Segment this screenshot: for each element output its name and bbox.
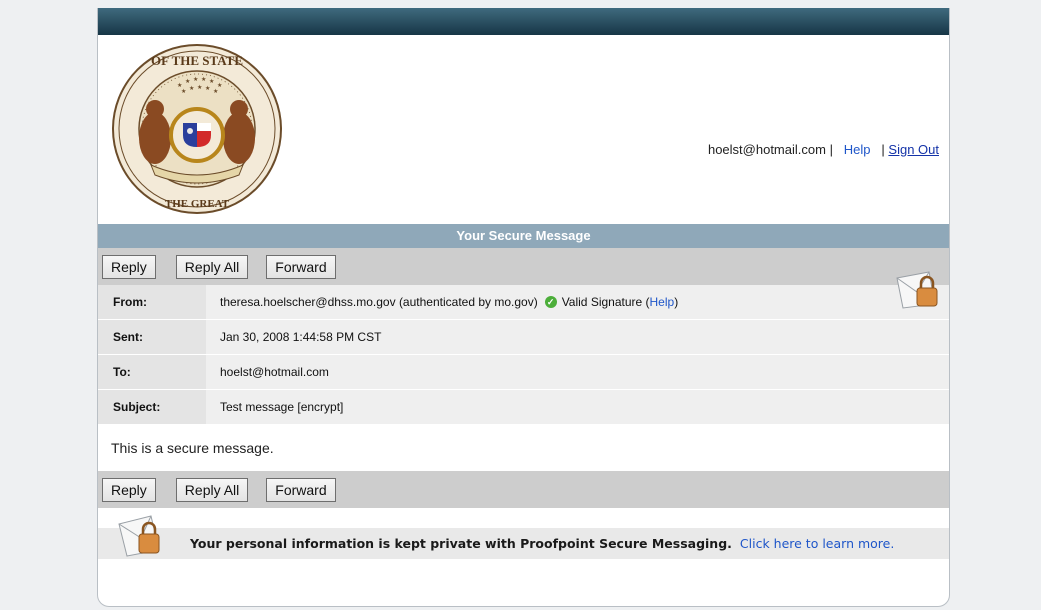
signature-help-link[interactable]: Help: [650, 295, 675, 309]
privacy-notice: Your personal information is kept privat…: [98, 515, 949, 559]
help-link[interactable]: Help: [844, 142, 871, 157]
sent-row: Sent: Jan 30, 2008 1:44:58 PM CST: [98, 320, 949, 355]
top-toolbar: Reply Reply All Forward: [98, 248, 949, 309]
subject-row: Subject: Test message [encrypt]: [98, 390, 949, 425]
separator: |: [881, 142, 885, 157]
state-seal-logo: ★★ ★ ★ ★★ ★ ★ ★ ★ ★ OF THE STATE THE GREAT: [112, 44, 282, 214]
lock-envelope-icon: [118, 515, 160, 557]
svg-text:★: ★: [201, 76, 206, 83]
separator: |: [829, 142, 833, 157]
bottom-toolbar: Reply Reply All Forward: [98, 471, 949, 508]
svg-text:★: ★: [189, 85, 194, 92]
sign-out-link[interactable]: Sign Out: [888, 142, 939, 157]
svg-text:★: ★: [209, 78, 214, 85]
secure-message-window: ★ ★ ★ ★ ★ ★ ★ ★ ★ ★ ★ OF THE STATE THE GREAT ho…: [97, 8, 950, 607]
to-label: To:: [98, 355, 206, 389]
sent-value: Jan 30, 2008 1:44:58 PM CST: [206, 320, 949, 354]
reply-button[interactable]: Reply: [102, 254, 156, 279]
reply-button[interactable]: Reply: [102, 477, 156, 502]
svg-text:★: ★: [197, 84, 202, 91]
lock-envelope-icon: [896, 271, 938, 309]
user-links: hoelst@hotmail.com | Help | Sign Out: [708, 142, 939, 157]
subject-label: Subject:: [98, 390, 206, 424]
check-icon: ✓: [544, 296, 557, 308]
seal-text-bottom: THE GREAT: [165, 198, 230, 210]
svg-text:★: ★: [205, 85, 210, 92]
message-body: This is a secure message.: [111, 440, 274, 456]
from-value-cell: theresa.hoelscher@dhss.mo.gov (authentic…: [206, 285, 949, 319]
page-header: ★ ★ ★ ★ ★ ★ ★ ★ ★ ★ ★ OF THE STATE THE GREAT ho…: [98, 35, 949, 224]
svg-text:★: ★: [217, 82, 222, 89]
to-value: hoelst@hotmail.com: [206, 355, 949, 389]
learn-more-link[interactable]: Click here to learn more.: [740, 536, 894, 551]
svg-text:★: ★: [181, 88, 186, 95]
forward-button[interactable]: Forward: [266, 477, 336, 502]
forward-button[interactable]: Forward: [266, 254, 336, 279]
privacy-notice-label: Your personal information is kept privat…: [190, 536, 732, 551]
user-email: hoelst@hotmail.com: [707, 142, 826, 157]
svg-text:★: ★: [185, 78, 190, 85]
top-bar: [98, 8, 949, 35]
svg-text:★: ★: [193, 76, 198, 83]
from-value: theresa.hoelscher@dhss.mo.gov (authentic…: [220, 295, 538, 309]
seal-text-top: OF THE STATE: [151, 53, 243, 68]
svg-text:★: ★: [213, 88, 218, 95]
valid-signature-label: Valid Signature (: [561, 295, 650, 309]
section-title: Your Secure Message: [98, 224, 949, 248]
close-paren: ): [674, 295, 679, 309]
reply-all-button[interactable]: Reply All: [175, 254, 249, 279]
to-row: To: hoelst@hotmail.com: [98, 355, 949, 390]
svg-text:★: ★: [177, 82, 182, 89]
sent-label: Sent:: [98, 320, 206, 354]
privacy-notice-text: Your personal information is kept privat…: [190, 536, 894, 551]
reply-all-button[interactable]: Reply All: [175, 477, 249, 502]
from-row: From: theresa.hoelscher@dhss.mo.gov (aut…: [98, 285, 949, 320]
subject-value: Test message [encrypt]: [206, 390, 949, 424]
from-label: From:: [98, 285, 206, 319]
